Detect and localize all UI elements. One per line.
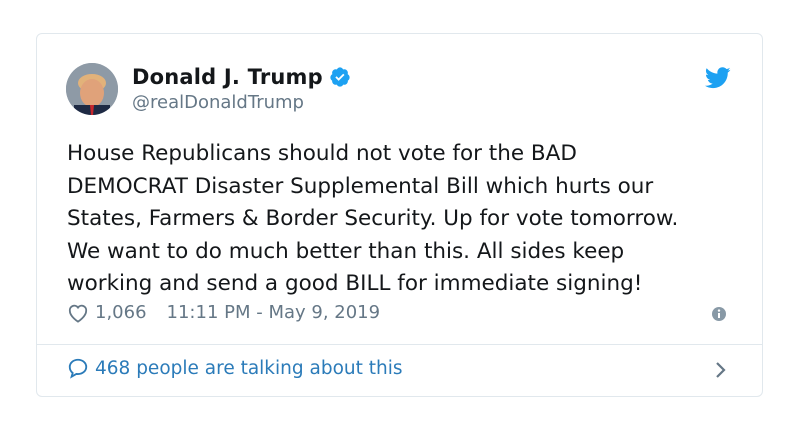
tweet-card: Donald J. Trump @realDonaldTrump House R… xyxy=(36,33,763,397)
tweet-timestamp[interactable]: 11:11 PM - May 9, 2019 xyxy=(167,302,381,323)
chevron-right-icon[interactable] xyxy=(714,360,728,380)
verified-badge-icon xyxy=(329,66,351,88)
tweet-meta: 1,066 11:11 PM - May 9, 2019 xyxy=(67,302,380,323)
conversation-label[interactable]: 468 people are talking about this xyxy=(95,358,403,379)
author-name-row: Donald J. Trump xyxy=(132,65,351,89)
heart-icon[interactable] xyxy=(67,303,89,323)
author-name[interactable]: Donald J. Trump xyxy=(132,65,323,89)
divider xyxy=(37,344,762,345)
info-icon[interactable] xyxy=(711,306,727,322)
twitter-bird-icon[interactable] xyxy=(704,67,731,89)
tweet-text: House Republicans should not vote for th… xyxy=(67,141,679,296)
like-count[interactable]: 1,066 xyxy=(95,302,147,323)
conversation-link[interactable]: 468 people are talking about this xyxy=(67,357,403,379)
author-handle[interactable]: @realDonaldTrump xyxy=(132,92,304,113)
avatar[interactable] xyxy=(66,63,118,115)
speech-bubble-icon xyxy=(67,357,89,379)
